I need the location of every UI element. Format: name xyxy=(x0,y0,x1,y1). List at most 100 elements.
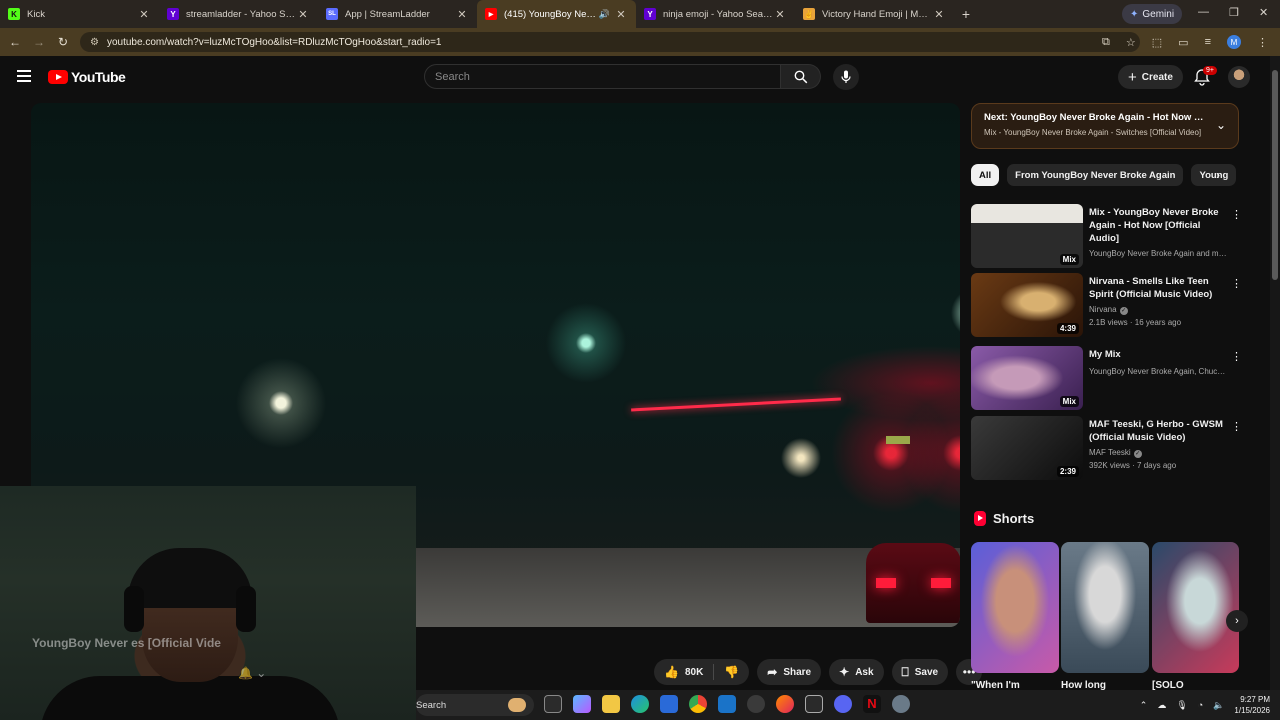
photos-icon[interactable] xyxy=(660,695,678,713)
create-label: Create xyxy=(1141,71,1173,83)
forward-icon[interactable]: → xyxy=(27,35,51,49)
obs-icon[interactable] xyxy=(747,695,765,713)
thumbs-down-icon: 👎 xyxy=(724,665,740,679)
back-icon[interactable]: ← xyxy=(3,35,27,49)
more-vertical-icon[interactable]: ⋮ xyxy=(1231,208,1242,221)
search-button[interactable] xyxy=(781,64,821,89)
netflix-icon[interactable]: N xyxy=(863,695,881,713)
new-tab-button[interactable]: + xyxy=(954,6,978,22)
extensions-icon[interactable]: ⬚ xyxy=(1152,36,1162,49)
firefox-icon[interactable] xyxy=(776,695,794,713)
task-view-icon[interactable] xyxy=(544,695,562,713)
recommendation-item[interactable]: Mix Mix - YoungBoy Never Broke Again - H… xyxy=(971,204,1242,268)
video-thumbnail[interactable]: Mix xyxy=(971,204,1083,268)
youtube-logo[interactable]: YouTube xyxy=(48,69,126,85)
video-thumbnail[interactable]: 4:39 xyxy=(971,273,1083,337)
file-explorer-icon[interactable] xyxy=(602,695,620,713)
browser-tab-kick[interactable]: K Kick ✕ xyxy=(0,0,159,28)
voice-search-button[interactable] xyxy=(833,64,859,90)
close-window-icon[interactable]: ✕ xyxy=(1259,6,1268,19)
browser-tab-victory-hand[interactable]: ✌ Victory Hand Emoji | Meanin ✕ xyxy=(795,0,954,28)
shorts-icon xyxy=(974,511,986,526)
video-title[interactable]: Mix - YoungBoy Never Broke Again - Hot N… xyxy=(1089,206,1229,245)
chip-young[interactable]: Young xyxy=(1191,164,1237,186)
video-title[interactable]: Nirvana - Smells Like Teen Spirit (Offic… xyxy=(1089,275,1229,301)
channel-name: MAF Teeski ✓ xyxy=(1089,448,1229,458)
browser-tab-youtube[interactable]: ▶ (415) YoungBoy Never Brok 🔊 ✕ xyxy=(477,0,636,28)
recommendation-item[interactable]: Mix My Mix YoungBoy Never Broke Again, C… xyxy=(971,346,1242,410)
menu-icon[interactable] xyxy=(17,70,31,82)
taskbar-search[interactable]: Search xyxy=(416,694,534,716)
video-title[interactable]: MAF Teeski, G Herbo - GWSM (Official Mus… xyxy=(1089,418,1229,444)
url-field[interactable]: ⚙ youtube.com/watch?v=luzMcTOgHoo&list=R… xyxy=(80,32,1140,52)
gemini-button[interactable]: ✦ Gemini xyxy=(1122,4,1183,24)
video-thumbnail[interactable]: Mix xyxy=(971,346,1083,410)
dislike-button[interactable]: 👎 xyxy=(714,665,749,679)
copilot-icon[interactable] xyxy=(573,695,591,713)
close-tab-icon[interactable]: ✕ xyxy=(773,8,787,21)
close-tab-icon[interactable]: ✕ xyxy=(296,8,310,21)
video-title[interactable]: My Mix xyxy=(1089,348,1229,361)
browser-tab-yahoo-ninja[interactable]: Y ninja emoji - Yahoo Search Resu ✕ xyxy=(636,0,795,28)
close-tab-icon[interactable]: ✕ xyxy=(614,8,628,21)
youtube-play-logo-icon xyxy=(48,70,68,84)
microphone-tray-icon[interactable]: 🎙 xyxy=(1176,700,1187,711)
wifi-icon[interactable]: ◔ xyxy=(1198,700,1203,710)
short-thumbnail[interactable] xyxy=(1061,542,1149,673)
chip-all[interactable]: All xyxy=(971,164,1000,186)
close-tab-icon[interactable]: ✕ xyxy=(932,8,946,21)
close-tab-icon[interactable]: ✕ xyxy=(455,8,469,21)
onedrive-cloud-icon[interactable]: ☁ xyxy=(1157,700,1166,711)
browser-tab-streamladder[interactable]: SL App | StreamLadder ✕ xyxy=(318,0,477,28)
create-button[interactable]: + Create xyxy=(1118,65,1183,89)
more-vertical-icon[interactable]: ⋮ xyxy=(1231,350,1242,363)
split-view-icon[interactable]: ▭ xyxy=(1178,36,1188,49)
speaker-icon[interactable]: 🔊 xyxy=(599,9,610,20)
up-next-panel[interactable]: Next: YoungBoy Never Broke Again - Hot N… xyxy=(971,103,1239,149)
shorts-next-button[interactable]: › xyxy=(1226,610,1248,632)
bookmark-star-icon[interactable]: ☆ xyxy=(1126,36,1136,49)
settings-gear-icon[interactable] xyxy=(892,695,910,713)
more-vertical-icon[interactable]: ⋮ xyxy=(1231,277,1242,290)
install-app-icon[interactable]: ⧉ xyxy=(1102,36,1110,49)
video-stats: 392K views · 7 days ago xyxy=(1089,461,1177,470)
edge-icon[interactable] xyxy=(631,695,649,713)
streamladder-favicon-icon: SL xyxy=(326,8,338,20)
thumbs-up-icon: 👍 xyxy=(664,665,679,679)
reload-icon[interactable]: ↻ xyxy=(51,35,75,49)
media-controls-icon[interactable]: ≡ xyxy=(1205,36,1211,48)
profile-avatar[interactable]: M xyxy=(1227,35,1241,49)
video-thumbnail[interactable]: 2:39 xyxy=(971,416,1083,480)
recommendation-item[interactable]: 2:39 MAF Teeski, G Herbo - GWSM (Officia… xyxy=(971,416,1242,480)
close-tab-icon[interactable]: ✕ xyxy=(137,8,151,21)
short-thumbnail[interactable] xyxy=(1152,542,1239,673)
epic-games-icon[interactable] xyxy=(805,695,823,713)
tab-title: Victory Hand Emoji | Meanin xyxy=(822,8,932,20)
scrollbar-thumb[interactable] xyxy=(1272,70,1278,280)
restore-icon[interactable]: ❐ xyxy=(1229,6,1239,19)
ask-button[interactable]: ✦ Ask xyxy=(829,659,884,685)
show-hidden-icons-icon[interactable]: ⌃ xyxy=(1140,700,1148,711)
chip-from-channel[interactable]: From YoungBoy Never Broke Again xyxy=(1007,164,1184,186)
volume-icon[interactable]: 🔈 xyxy=(1213,700,1224,711)
emoji-favicon-icon: ✌ xyxy=(803,8,815,20)
browser-menu-icon[interactable]: ⋮ xyxy=(1257,36,1268,49)
chevron-down-icon[interactable]: ⌄ xyxy=(1216,118,1226,132)
chrome-icon[interactable] xyxy=(689,695,707,713)
recommendation-item[interactable]: 4:39 Nirvana - Smells Like Teen Spirit (… xyxy=(971,273,1242,337)
chevron-right-icon[interactable]: › xyxy=(1216,168,1220,182)
browser-tab-yahoo-streamladder[interactable]: Y streamladder - Yahoo Search Re ✕ xyxy=(159,0,318,28)
user-avatar[interactable] xyxy=(1228,66,1250,88)
short-thumbnail[interactable] xyxy=(971,542,1059,673)
system-tray: ⌃ ☁ 🎙 ◔ 🔈 9:27 PM 1/15/2026 xyxy=(1140,690,1270,720)
like-button[interactable]: 👍 80K xyxy=(654,664,715,680)
share-button[interactable]: ➦ Share xyxy=(757,659,822,685)
minimize-icon[interactable]: — xyxy=(1198,6,1209,18)
save-button[interactable]: ⎕ Save xyxy=(891,659,949,685)
site-info-icon[interactable]: ⚙ xyxy=(90,37,99,48)
outlook-icon[interactable] xyxy=(718,695,736,713)
taskbar-clock[interactable]: 9:27 PM 1/15/2026 xyxy=(1234,694,1270,716)
search-input[interactable]: Search xyxy=(424,64,781,89)
discord-icon[interactable] xyxy=(834,695,852,713)
more-vertical-icon[interactable]: ⋮ xyxy=(1231,420,1242,433)
